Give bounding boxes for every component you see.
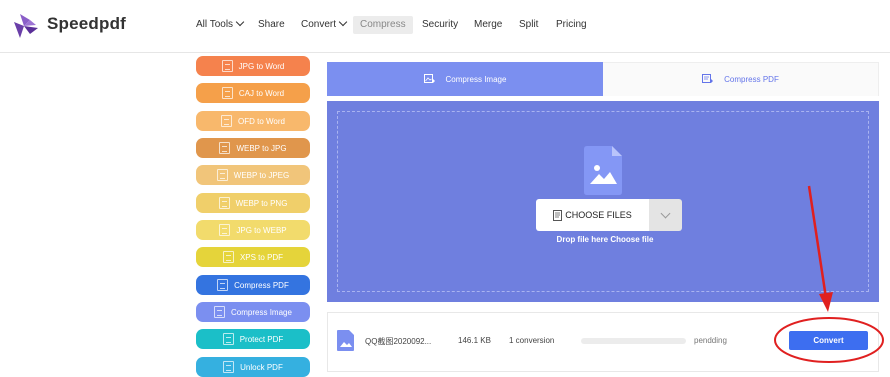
file-size: 146.1 KB (458, 336, 491, 345)
unlock-icon (223, 361, 235, 373)
document-icon (553, 209, 563, 221)
nav-share[interactable]: Share (258, 16, 285, 34)
header: Speedpdf All Tools Share Convert Compres… (0, 0, 890, 53)
choose-files-button[interactable]: CHOOSE FILES (536, 199, 649, 231)
sidebar-item-compress-image[interactable]: Compress Image (196, 302, 310, 322)
chevron-down-icon (235, 17, 245, 27)
file-convert-icon (221, 87, 233, 99)
image-file-icon (584, 146, 622, 195)
convert-button[interactable]: Convert (789, 331, 868, 350)
sidebar-item-webp-to-jpg[interactable]: WEBP to JPG (196, 138, 310, 158)
choose-files-label: CHOOSE FILES (565, 210, 632, 220)
sidebar-item-xps-to-pdf[interactable]: XPS to PDF (196, 247, 310, 267)
sidebar-item-jpg-to-word[interactable]: JPG to Word (196, 56, 310, 76)
sidebar-item-ofd-to-word[interactable]: OFD to Word (196, 111, 310, 131)
sidebar-item-label: OFD to Word (238, 116, 285, 126)
image-file-icon (337, 330, 354, 351)
nav-convert[interactable]: Convert (301, 16, 348, 34)
brand-name[interactable]: Speedpdf (47, 14, 126, 34)
nav-convert-label: Convert (301, 19, 337, 30)
speedpdf-logo-icon[interactable] (10, 12, 40, 40)
sidebar-item-label: WEBP to PNG (235, 198, 288, 208)
file-convert-icon (221, 115, 232, 127)
sidebar-item-jpg-to-webp[interactable]: JPG to WEBP (196, 220, 310, 240)
nav-pricing-label: Pricing (556, 19, 587, 30)
file-convert-icon (219, 224, 231, 236)
sidebar-item-webp-to-jpeg[interactable]: WEBP to JPEG (196, 165, 310, 185)
sidebar-item-unlock-pdf[interactable]: Unlock PDF (196, 357, 310, 377)
nav-all-tools[interactable]: All Tools (196, 16, 245, 34)
sidebar-item-label: Protect PDF (239, 334, 284, 344)
sidebar-item-caj-to-word[interactable]: CAJ to Word (196, 83, 310, 103)
file-convert-icon (218, 197, 230, 209)
conversion-count: 1 conversion (509, 336, 555, 345)
chevron-down-icon (660, 208, 671, 219)
sidebar-item-label: Unlock PDF (240, 362, 283, 372)
nav-all-tools-label: All Tools (196, 19, 234, 30)
tab-compress-pdf[interactable]: Compress PDF (603, 62, 879, 96)
nav-security[interactable]: Security (422, 16, 458, 34)
chevron-down-icon (338, 17, 348, 27)
lock-icon (222, 333, 234, 345)
nav-split[interactable]: Split (519, 16, 538, 34)
nav-security-label: Security (422, 19, 459, 30)
status-text: pendding (694, 336, 727, 345)
sidebar-item-label: Compress PDF (234, 280, 289, 290)
tab-compress-image-label: Compress Image (445, 74, 507, 84)
image-compress-icon (423, 73, 435, 83)
pdf-compress-icon (702, 74, 714, 83)
compress-icon (214, 306, 226, 318)
sidebar-item-label: JPG to WEBP (236, 225, 287, 235)
sidebar-item-label: Compress Image (231, 307, 292, 317)
progress-bar (581, 338, 686, 344)
tab-compress-pdf-label: Compress PDF (724, 75, 779, 84)
sidebar-item-label: JPG to Word (238, 61, 285, 71)
sidebar-item-label: XPS to PDF (239, 252, 284, 262)
file-name: QQ截图2020092... (365, 337, 432, 346)
sidebar-item-compress-pdf[interactable]: Compress PDF (196, 275, 310, 295)
file-convert-icon (219, 142, 231, 154)
sidebar-item-label: WEBP to JPEG (233, 170, 290, 180)
nav-pricing[interactable]: Pricing (556, 16, 587, 34)
sidebar-item-protect-pdf[interactable]: Protect PDF (196, 329, 310, 349)
nav-merge[interactable]: Merge (474, 16, 502, 34)
sidebar-item-webp-to-png[interactable]: WEBP to PNG (196, 193, 310, 213)
nav-compress-label: Compress (360, 19, 406, 30)
nav-split-label: Split (519, 19, 539, 30)
nav-merge-label: Merge (474, 19, 503, 30)
file-convert-icon (216, 169, 228, 181)
sidebar-item-label: CAJ to Word (238, 88, 285, 98)
compress-icon (217, 279, 229, 291)
file-convert-icon (221, 60, 233, 72)
nav-share-label: Share (258, 19, 285, 30)
file-convert-icon (222, 251, 234, 263)
nav-compress[interactable]: Compress (353, 16, 413, 34)
drop-hint: Drop file here Choose file (556, 235, 654, 244)
choose-source-dropdown[interactable] (649, 199, 682, 231)
tab-compress-image[interactable]: Compress Image (327, 62, 603, 96)
sidebar-item-label: WEBP to JPG (236, 143, 287, 153)
